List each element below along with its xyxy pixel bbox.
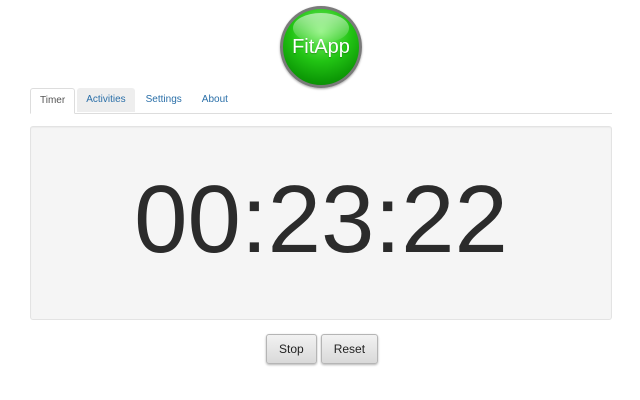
timer-panel: 00:23:22 [30, 126, 612, 320]
tab-about[interactable]: About [193, 88, 237, 112]
reset-button[interactable]: Reset [320, 334, 379, 364]
tab-activities[interactable]: Activities [77, 88, 135, 112]
timer-display: 00:23:22 [134, 166, 508, 273]
fitapp-logo: FitApp [280, 6, 362, 88]
tab-settings[interactable]: Settings [137, 88, 191, 112]
logo-text: FitApp [292, 36, 350, 58]
stop-button[interactable]: Stop [266, 334, 317, 364]
timer-controls: Stop Reset [266, 334, 382, 364]
tab-timer[interactable]: Timer [30, 88, 76, 114]
fitapp-page: FitApp Timer Activities Settings About 0… [0, 0, 640, 400]
tab-bar: Timer Activities Settings About [30, 88, 612, 114]
